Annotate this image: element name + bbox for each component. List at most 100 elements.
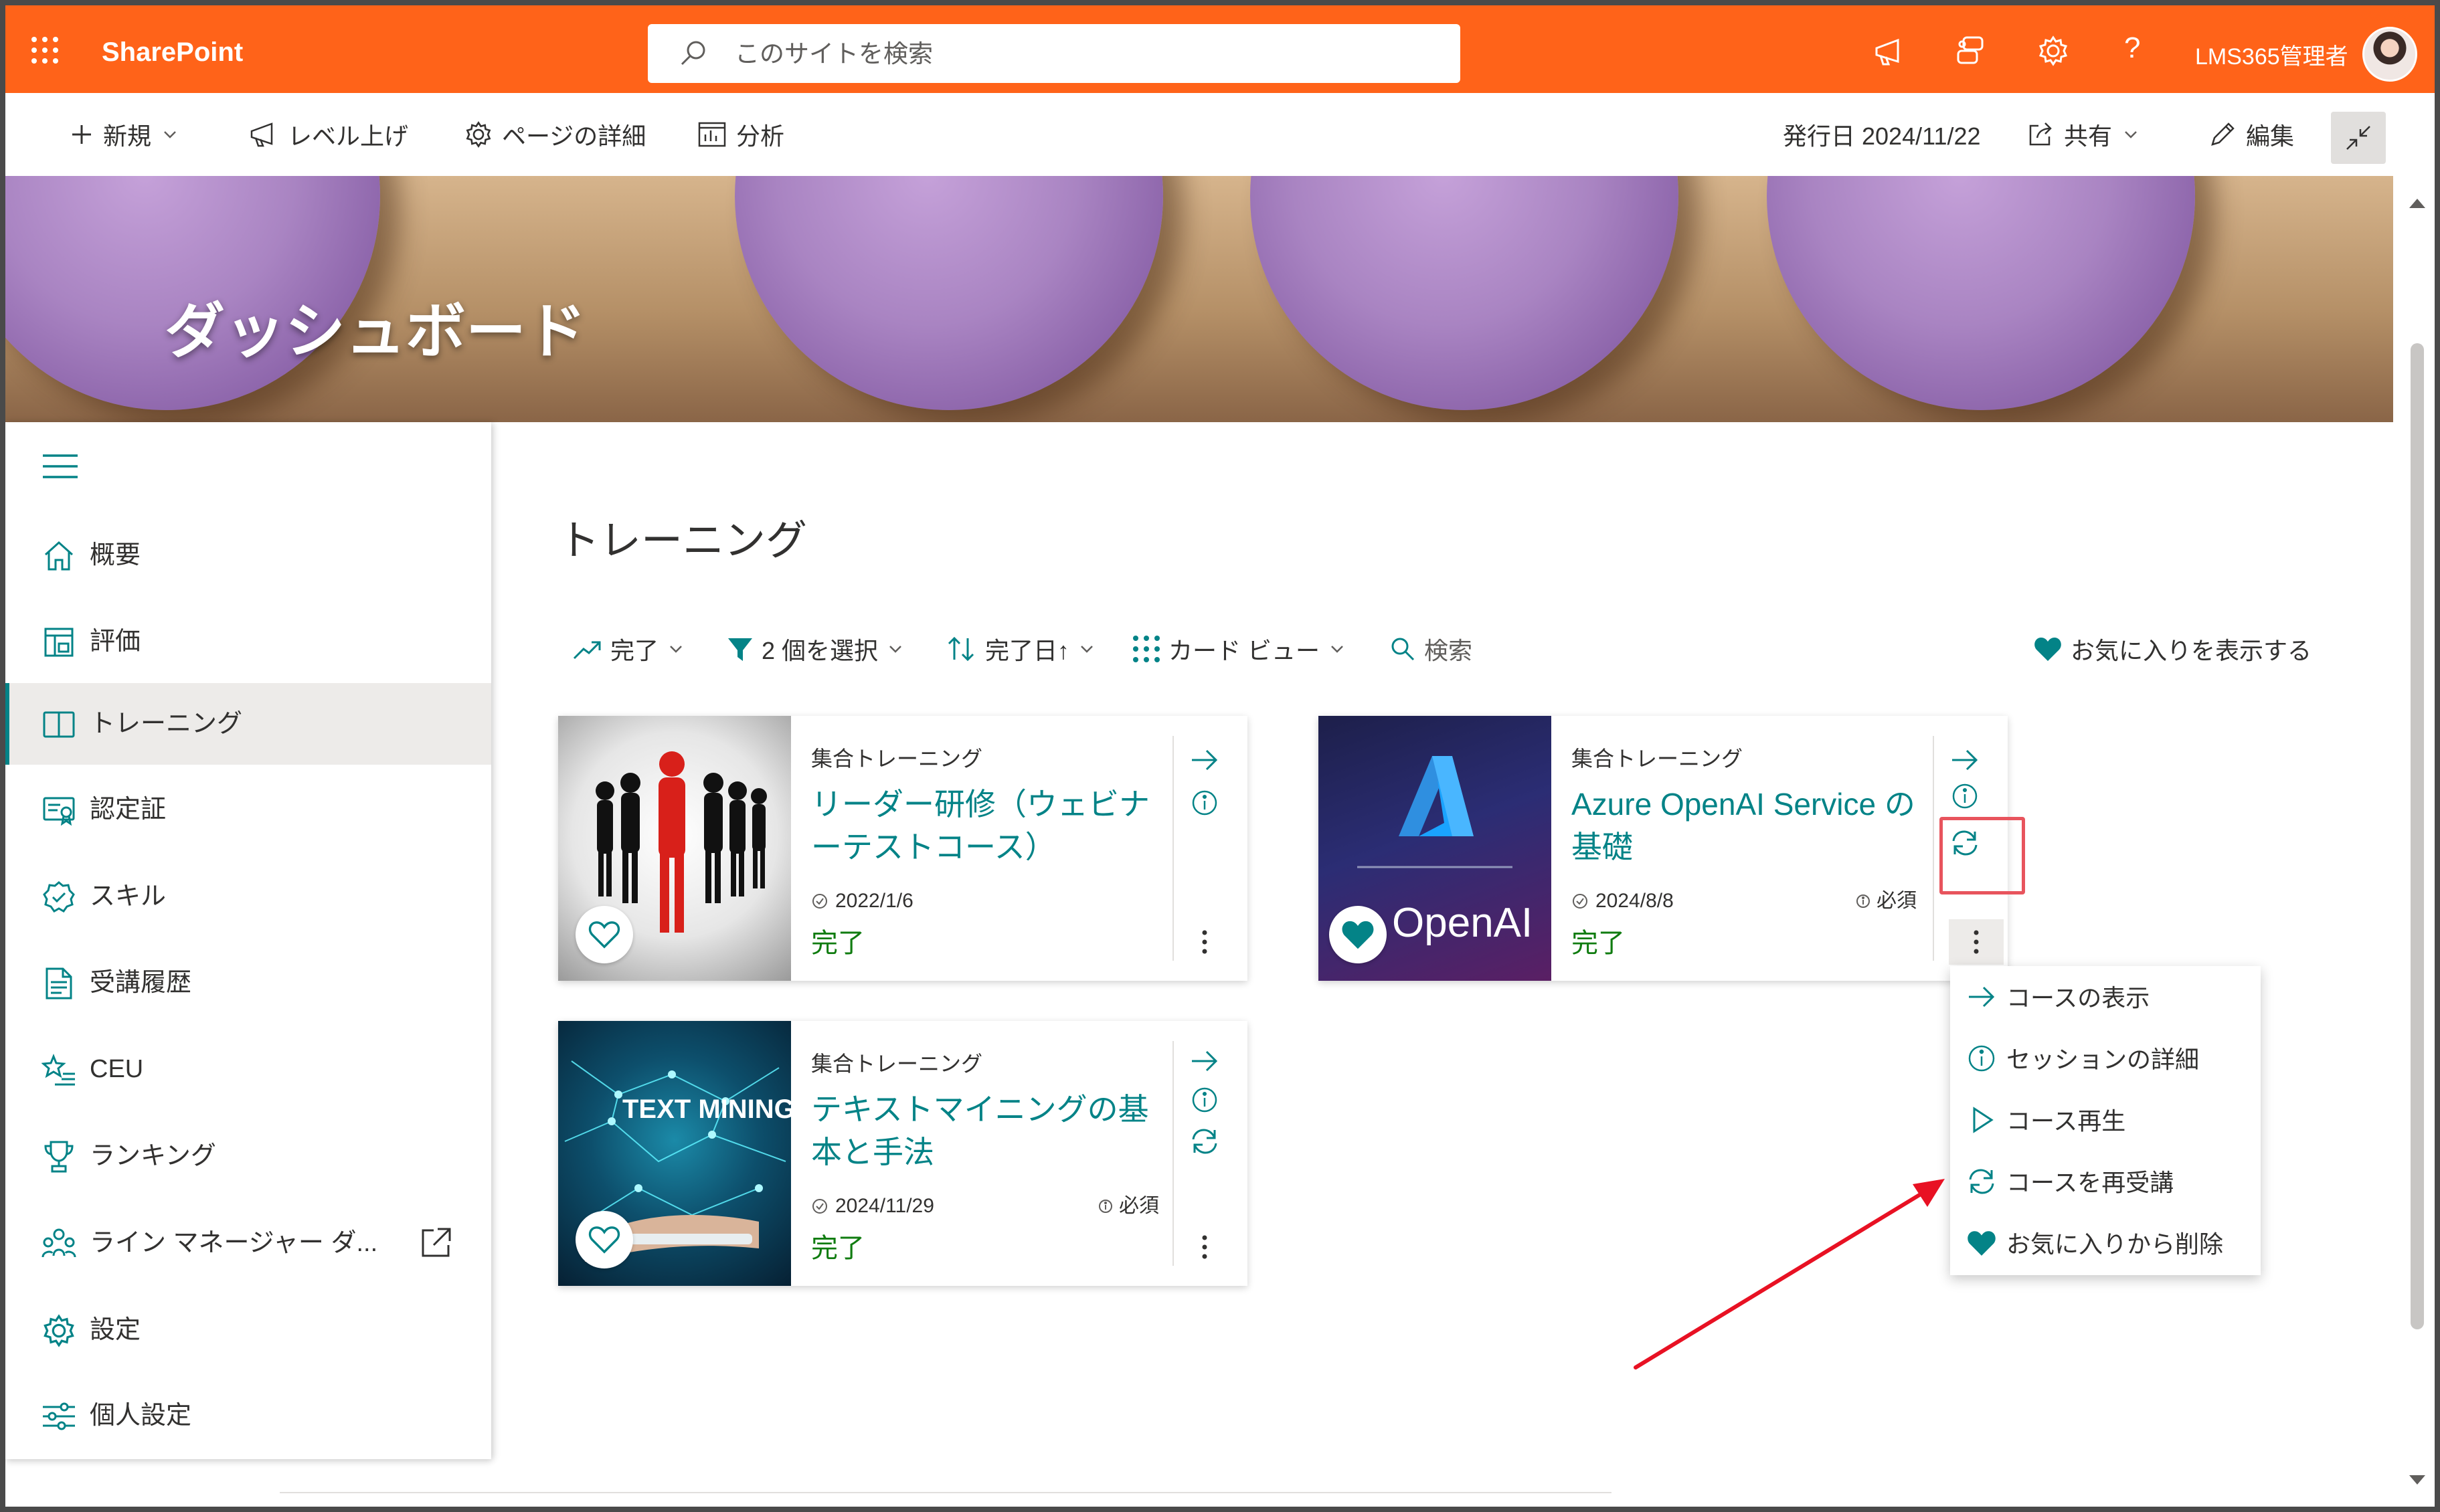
- published-text: 発行日 2024/11/22: [1783, 122, 1981, 150]
- edit-button[interactable]: 編集: [2208, 93, 2294, 176]
- view-course-button[interactable]: [1185, 1041, 1225, 1081]
- chevron-down-icon: [670, 646, 682, 653]
- share-button[interactable]: 共有: [2026, 93, 2140, 176]
- nav-label: 認定証: [90, 795, 167, 824]
- settings-gear-icon[interactable]: [2037, 35, 2069, 67]
- nav-label: ランキング: [90, 1142, 216, 1170]
- card-date-text: 2022/1/6: [835, 890, 913, 912]
- nav-item-ceu[interactable]: CEU: [5, 1028, 491, 1110]
- card-title[interactable]: テキストマイニングの基本と手法: [811, 1088, 1166, 1173]
- new-button[interactable]: 新規: [70, 93, 179, 176]
- user-name[interactable]: LMS365管理者: [2195, 45, 2348, 68]
- nav-item-line-manager[interactable]: ライン マネージャー ダ...: [5, 1202, 491, 1284]
- nav-label: トレーニング: [90, 710, 243, 738]
- more-options-button[interactable]: [1949, 919, 2004, 965]
- menu-item-remove-favorite[interactable]: お気に入りから削除: [1950, 1212, 2261, 1274]
- training-card[interactable]: OpenAI 集合トレーニング Azure OpenAI Service の基礎…: [1318, 716, 2008, 981]
- brand-name[interactable]: SharePoint: [102, 39, 243, 66]
- nav-item-overview[interactable]: 概要: [5, 514, 491, 596]
- megaphone-icon[interactable]: [1872, 35, 1906, 68]
- favorite-button[interactable]: [576, 1211, 633, 1268]
- check-circle-icon: [1573, 894, 1587, 909]
- show-favorites-toggle[interactable]: お気に入りを表示する: [2033, 630, 2312, 668]
- menu-item-play-course[interactable]: コース再生: [1950, 1089, 2261, 1151]
- chat-icon[interactable]: [1954, 35, 1986, 68]
- scrollbar[interactable]: [2393, 176, 2435, 1507]
- nav-label: 受講履歴: [90, 969, 192, 997]
- card-date-text: 2024/8/8: [1595, 890, 1674, 912]
- nav-item-skills[interactable]: スキル: [5, 856, 491, 937]
- nav-item-training[interactable]: トレーニング: [5, 683, 491, 765]
- funnel-icon: [728, 638, 752, 661]
- hamburger-menu-icon[interactable]: [41, 452, 79, 481]
- retake-course-button[interactable]: [1185, 1121, 1225, 1161]
- page-details-button[interactable]: ページの詳細: [464, 93, 646, 176]
- favorite-button[interactable]: [576, 906, 633, 963]
- nav-item-transcript[interactable]: 受講履歴: [5, 942, 491, 1024]
- card-divider: [1933, 736, 1934, 961]
- info-icon: [1192, 1087, 1217, 1113]
- required-badge: 必須: [1098, 1196, 1159, 1216]
- card-status: 完了: [1571, 929, 1625, 958]
- card-status: 完了: [811, 929, 865, 958]
- menu-item-retake-course[interactable]: コースを再受講: [1950, 1151, 2261, 1212]
- open-external-icon[interactable]: [419, 1226, 452, 1260]
- category-filter-label: 2 個を選択: [762, 637, 879, 664]
- more-options-button[interactable]: [1185, 922, 1225, 962]
- nav-item-certificates[interactable]: 認定証: [5, 769, 491, 850]
- view-course-button[interactable]: [1945, 740, 1985, 780]
- app-launcher-icon[interactable]: [31, 36, 59, 64]
- card-status: 完了: [811, 1234, 865, 1263]
- menu-item-view-course[interactable]: コースの表示: [1950, 966, 2261, 1028]
- category-filter[interactable]: 2 個を選択: [727, 630, 905, 668]
- menu-item-session-details[interactable]: セッションの詳細: [1950, 1028, 2261, 1089]
- nav-label: ライン マネージャー ダ...: [90, 1229, 378, 1257]
- session-details-button[interactable]: [1945, 776, 1985, 816]
- view-switcher[interactable]: カード ビュー: [1132, 630, 1346, 668]
- arrow-right-icon: [1969, 986, 1995, 1008]
- star-list-icon: [41, 1053, 75, 1086]
- training-search[interactable]: 検索: [1389, 630, 1472, 668]
- collapse-icon: [2346, 126, 2370, 150]
- more-options-button[interactable]: [1185, 1227, 1225, 1267]
- sort-icon: [948, 636, 974, 662]
- scroll-up-icon[interactable]: [2408, 196, 2427, 209]
- favorite-button[interactable]: [1329, 906, 1387, 963]
- nav-item-ranking[interactable]: ランキング: [5, 1115, 491, 1197]
- published-date: 発行日 2024/11/22: [1783, 93, 1981, 176]
- sort-filter[interactable]: 完了日↑: [946, 630, 1096, 668]
- avatar[interactable]: [2362, 27, 2417, 82]
- training-card[interactable]: TEXT MINING 集合トレーニング テキストマイニングの基本と手法 202…: [558, 1021, 1247, 1286]
- nav-item-personal-settings[interactable]: 個人設定: [5, 1375, 491, 1456]
- scroll-down-icon[interactable]: [2408, 1474, 2427, 1487]
- more-vertical-icon: [1202, 1235, 1207, 1259]
- check-circle-icon: [812, 894, 827, 909]
- menu-label: コースを再受講: [2006, 1169, 2174, 1196]
- nav-item-settings[interactable]: 設定: [5, 1289, 491, 1371]
- chevron-down-icon: [889, 646, 901, 653]
- card-title[interactable]: リーダー研修（ウェビナーテストコース）: [811, 783, 1166, 868]
- scroll-thumb[interactable]: [2411, 343, 2424, 1329]
- search-icon: [679, 39, 708, 68]
- help-icon[interactable]: ?: [2124, 33, 2140, 63]
- card-title[interactable]: Azure OpenAI Service の基礎: [1571, 783, 1926, 868]
- people-icon: [41, 1228, 76, 1258]
- left-navigation: 概要 評価 トレーニング 認定証 スキル 受講履歴 CEU ランキング ライン …: [5, 422, 491, 1459]
- required-text: 必須: [1877, 890, 1917, 912]
- status-filter[interactable]: 完了: [572, 630, 685, 668]
- grid-dots-icon: [1133, 636, 1160, 662]
- course-context-menu: コースの表示 セッションの詳細 コース再生 コースを再受講 お気に入りから削除: [1950, 966, 2261, 1275]
- analytics-button[interactable]: 分析: [697, 93, 784, 176]
- site-search-input[interactable]: このサイトを検索: [648, 24, 1460, 83]
- chevron-down-icon: [164, 131, 176, 138]
- boost-button[interactable]: レベル上げ: [249, 93, 408, 176]
- training-card[interactable]: 集合トレーニング リーダー研修（ウェビナーテストコース） 2022/1/6 完了: [558, 716, 1247, 981]
- nav-item-assessment[interactable]: 評価: [5, 601, 491, 682]
- suite-bar: SharePoint このサイトを検索 ? LMS365管理者: [5, 5, 2435, 93]
- session-details-button[interactable]: [1185, 1080, 1225, 1120]
- info-icon: [1192, 790, 1217, 816]
- session-details-button[interactable]: [1185, 783, 1225, 823]
- collapse-button[interactable]: [2331, 112, 2386, 164]
- required-text: 必須: [1119, 1195, 1159, 1217]
- view-course-button[interactable]: [1185, 740, 1225, 780]
